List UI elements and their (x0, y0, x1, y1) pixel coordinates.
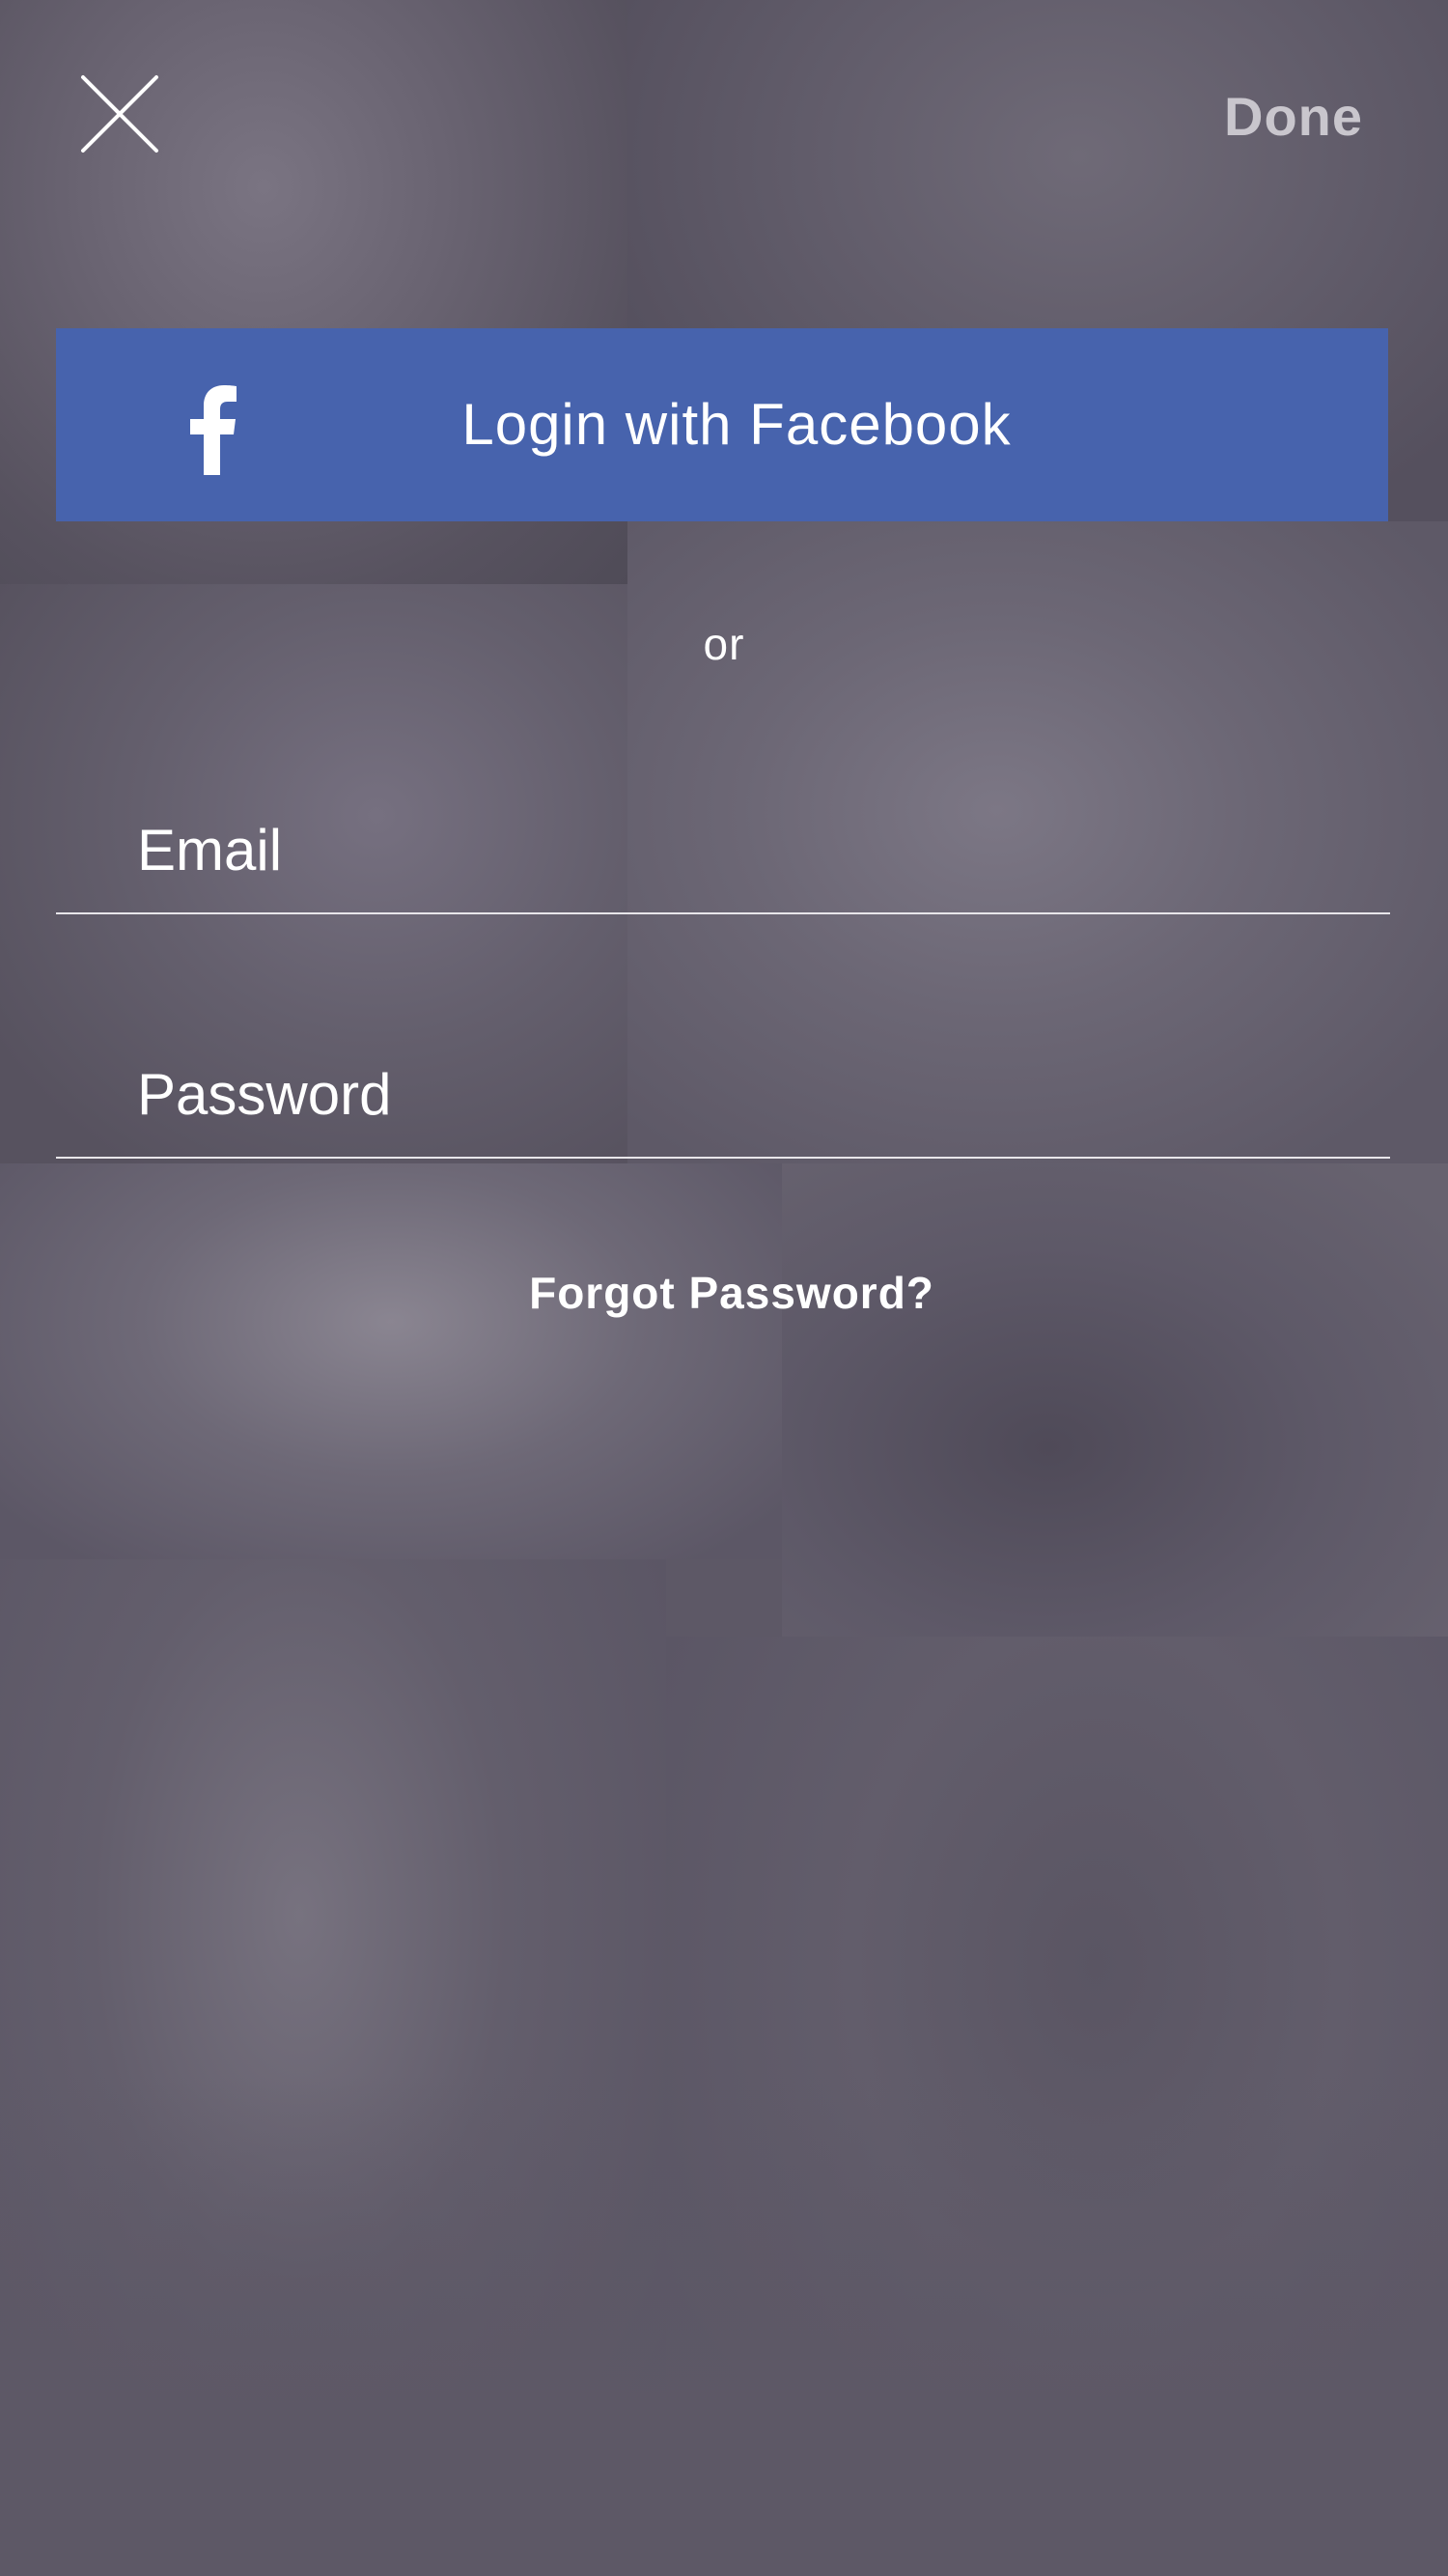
password-input[interactable] (137, 1050, 1344, 1137)
email-field-container (56, 787, 1390, 914)
done-button[interactable]: Done (1224, 85, 1363, 148)
facebook-button-label: Login with Facebook (461, 392, 1012, 457)
close-icon (79, 73, 160, 154)
close-button[interactable] (79, 73, 160, 154)
forgot-password-link[interactable]: Forgot Password? (0, 1267, 1448, 1319)
email-input[interactable] (137, 806, 1344, 893)
login-with-facebook-button[interactable]: Login with Facebook (56, 328, 1388, 521)
or-divider-text: or (703, 619, 745, 669)
password-field-container (56, 1031, 1390, 1159)
login-screen: Done Login with Facebook or Forgot Passw… (0, 0, 1448, 2576)
